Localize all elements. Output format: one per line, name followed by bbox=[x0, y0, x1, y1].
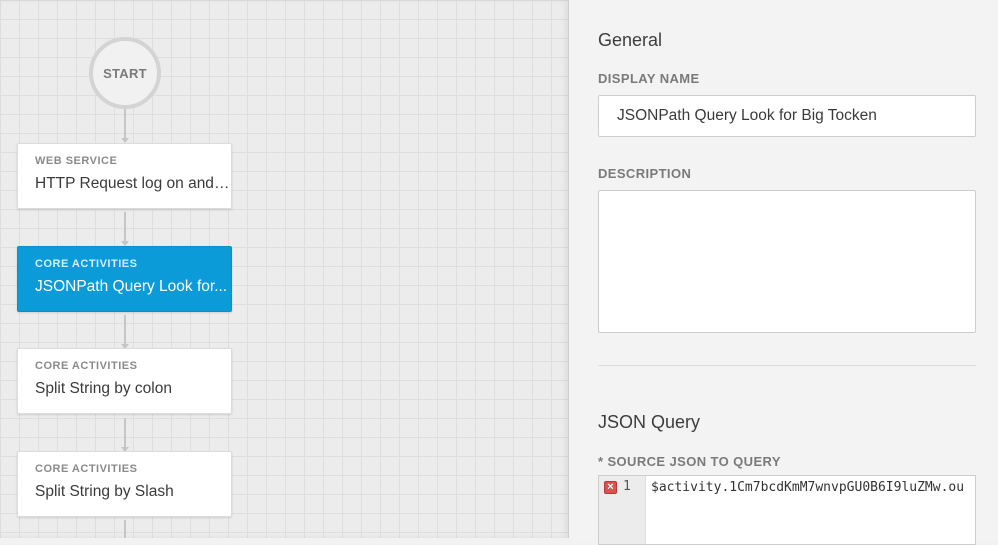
connector bbox=[121, 418, 129, 452]
source-json-editor[interactable]: × 1 $activity.1Cm7bcdKmM7wnvpGU0B6I9luZM… bbox=[598, 475, 976, 545]
error-icon[interactable]: × bbox=[604, 481, 617, 494]
connector bbox=[121, 315, 129, 349]
json-query-title: JSON Query bbox=[598, 412, 701, 432]
activity-category: WEB SERVICE bbox=[35, 155, 118, 167]
activity-name: HTTP Request log on and ... bbox=[35, 175, 231, 192]
section-divider bbox=[598, 365, 976, 366]
activity-split-slash[interactable]: CORE ACTIVITIES Split String by Slash bbox=[17, 451, 232, 517]
activity-category: CORE ACTIVITIES bbox=[35, 463, 138, 475]
editor-gutter: × 1 bbox=[599, 476, 646, 544]
line-number: 1 bbox=[623, 479, 631, 494]
start-label: START bbox=[103, 65, 147, 81]
connector bbox=[121, 212, 129, 246]
activity-category: CORE ACTIVITIES bbox=[35, 360, 138, 372]
connector bbox=[121, 105, 129, 143]
code-line[interactable]: $activity.1Cm7bcdKmM7wnvpGU0B6I9luZMw.ou bbox=[651, 480, 964, 495]
start-node[interactable]: START bbox=[89, 37, 161, 109]
activity-name: Split String by Slash bbox=[35, 483, 174, 500]
general-title: General bbox=[598, 30, 663, 50]
activity-jsonpath-query[interactable]: CORE ACTIVITIES JSONPath Query Look for.… bbox=[17, 246, 232, 312]
description-textarea[interactable] bbox=[598, 190, 976, 333]
activity-name: Split String by colon bbox=[35, 380, 172, 397]
source-json-label: * SOURCE JSON TO QUERY bbox=[598, 454, 781, 469]
connector bbox=[124, 520, 126, 538]
description-label: DESCRIPTION bbox=[598, 166, 692, 181]
activity-name: JSONPath Query Look for... bbox=[35, 278, 228, 295]
activity-split-colon[interactable]: CORE ACTIVITIES Split String by colon bbox=[17, 348, 232, 414]
display-name-label: DISPLAY NAME bbox=[598, 71, 700, 86]
activity-web-service[interactable]: WEB SERVICE HTTP Request log on and ... bbox=[17, 143, 232, 209]
properties-panel: General DISPLAY NAME DESCRIPTION JSON Qu… bbox=[569, 0, 998, 545]
activity-category: CORE ACTIVITIES bbox=[35, 258, 138, 270]
flow-canvas[interactable]: START WEB SERVICE HTTP Request log on an… bbox=[0, 0, 569, 538]
display-name-input[interactable] bbox=[598, 95, 976, 137]
